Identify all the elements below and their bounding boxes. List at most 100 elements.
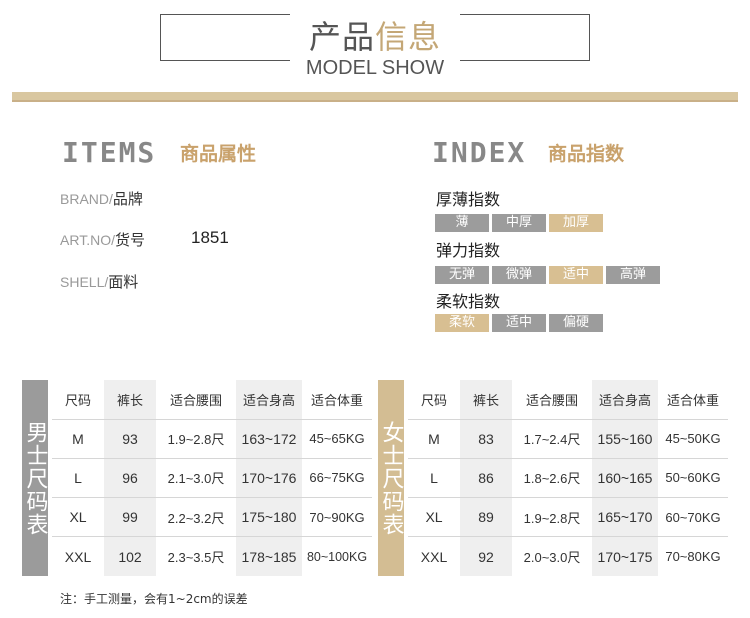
cell-weight: 80~100KG (302, 536, 372, 576)
thickness-chip-selected: 加厚 (549, 214, 603, 232)
table-row: XL 99 2.2~3.2尺 175~180 70~90KG (52, 497, 372, 537)
cell-size: XXL (52, 536, 104, 576)
cell-size: M (52, 418, 104, 459)
thickness-options: 薄 中厚 加厚 (435, 214, 603, 232)
cell-weight: 66~75KG (302, 457, 372, 498)
cell-height: 170~176 (236, 457, 302, 498)
table-row: L 96 2.1~3.0尺 170~176 66~75KG (52, 457, 372, 498)
cell-weight: 70~80KG (658, 536, 728, 576)
items-title-cn: 商品属性 (180, 143, 257, 165)
elasticity-chip: 无弹 (435, 266, 489, 284)
page-title: 产品信息 (160, 18, 590, 56)
title-part1: 产品 (308, 18, 375, 56)
table-row: XL 89 1.9~2.8尺 165~170 60~70KG (408, 497, 728, 537)
header-cell: 适合身高 (592, 380, 658, 420)
index-label-softness: 柔软指数 (436, 292, 501, 311)
cell-height: 160~165 (592, 457, 658, 498)
table-row: M 83 1.7~2.4尺 155~160 45~50KG (408, 418, 728, 459)
header-cell: 裤长 (104, 380, 156, 420)
men-table-label: 男士尺码表 (22, 380, 48, 576)
cell-length: 99 (104, 497, 156, 537)
cell-length: 86 (460, 457, 512, 498)
cell-length: 93 (104, 418, 156, 459)
header-cell: 适合身高 (236, 380, 302, 420)
cell-weight: 60~70KG (658, 497, 728, 537)
index-label-elasticity: 弹力指数 (436, 241, 501, 260)
cell-length: 83 (460, 418, 512, 459)
gold-divider (12, 92, 738, 102)
cell-height: 175~180 (236, 497, 302, 537)
header-cell: 尺码 (64, 393, 91, 409)
cell-size: M (408, 418, 460, 459)
prop-artno-value: 1851 (191, 228, 229, 247)
prop-brand-cn: 品牌 (112, 190, 143, 208)
cell-height: 165~170 (592, 497, 658, 537)
softness-chip: 偏硬 (549, 314, 603, 332)
prop-shell: SHELL/面料 (60, 273, 138, 291)
measurement-note: 注：手工测量，会有1~2cm的误差 (60, 592, 248, 606)
table-row: L 86 1.8~2.6尺 160~165 50~60KG (408, 457, 728, 498)
softness-chip: 适中 (492, 314, 546, 332)
cell-waist: 1.9~2.8尺 (512, 497, 592, 537)
cell-height: 163~172 (236, 418, 302, 459)
table-header-row: 尺码 裤长 适合腰围 适合身高 适合体重 (52, 380, 372, 420)
women-table-label-text: 女士尺码表 (378, 420, 404, 536)
elasticity-chip: 高弹 (606, 266, 660, 284)
cell-length: 92 (460, 536, 512, 576)
cell-length: 89 (460, 497, 512, 537)
prop-brand: BRAND/品牌 (60, 190, 143, 208)
page-subtitle: MODEL SHOW (305, 57, 445, 79)
cell-waist: 1.7~2.4尺 (512, 418, 592, 459)
index-title-en: INDEX (432, 136, 527, 169)
cell-size: L (52, 457, 104, 498)
table-header-row: 尺码 裤长 适合腰围 适合身高 适合体重 (408, 380, 728, 420)
cell-size: XL (408, 497, 460, 537)
table-row: M 93 1.9~2.8尺 163~172 45~65KG (52, 418, 372, 459)
header-cell: 适合体重 (310, 393, 363, 409)
cell-weight: 50~60KG (658, 457, 728, 498)
prop-shell-cn: 面料 (108, 273, 139, 291)
gold-divider-line (12, 100, 738, 102)
men-size-table: 尺码 裤长 适合腰围 适合身高 适合体重 M 93 1.9~2.8尺 163~1… (52, 380, 372, 576)
prop-brand-en: BRAND/ (60, 191, 113, 207)
cell-size: XL (52, 497, 104, 537)
cell-waist: 1.9~2.8尺 (156, 418, 236, 459)
cell-length: 102 (104, 536, 156, 576)
header-cell: 适合腰围 (525, 393, 578, 409)
elasticity-chip-selected: 适中 (549, 266, 603, 284)
elasticity-options: 无弹 微弹 适中 高弹 (435, 266, 660, 284)
prop-artno-cn: 货号 (114, 231, 145, 249)
cell-waist: 2.0~3.0尺 (512, 536, 592, 576)
cell-waist: 2.1~3.0尺 (156, 457, 236, 498)
men-table-label-text: 男士尺码表 (22, 420, 48, 536)
cell-height: 155~160 (592, 418, 658, 459)
thickness-chip: 薄 (435, 214, 489, 232)
cell-length: 96 (104, 457, 156, 498)
cell-weight: 45~50KG (658, 418, 728, 459)
header-cell: 尺码 (420, 393, 447, 409)
men-size-panel: 男士尺码表 尺码 裤长 适合腰围 适合身高 适合体重 M 93 1.9~2.8尺… (22, 380, 372, 576)
items-title-en: ITEMS (62, 136, 157, 169)
cell-waist: 2.3~3.5尺 (156, 536, 236, 576)
elasticity-chip: 微弹 (492, 266, 546, 284)
cell-size: L (408, 457, 460, 498)
header-cell: 裤长 (460, 380, 512, 420)
cell-waist: 1.8~2.6尺 (512, 457, 592, 498)
cell-size: XXL (408, 536, 460, 576)
header-cell: 适合体重 (666, 393, 719, 409)
title-part2: 信息 (375, 18, 442, 56)
women-table-label: 女士尺码表 (378, 380, 404, 576)
table-row: XXL 102 2.3~3.5尺 178~185 80~100KG (52, 536, 372, 576)
cell-height: 170~175 (592, 536, 658, 576)
header-frame: 产品信息 MODEL SHOW (160, 14, 590, 80)
cell-weight: 70~90KG (302, 497, 372, 537)
prop-artno-en: ART.NO/ (60, 232, 115, 248)
softness-chip-selected: 柔软 (435, 314, 489, 332)
index-title-cn: 商品指数 (548, 143, 625, 165)
frame-line (160, 14, 290, 15)
prop-artno: ART.NO/货号 (60, 231, 145, 249)
cell-waist: 2.2~3.2尺 (156, 497, 236, 537)
prop-shell-en: SHELL/ (60, 274, 109, 290)
cell-weight: 45~65KG (302, 418, 372, 459)
header-cell: 适合腰围 (169, 393, 222, 409)
